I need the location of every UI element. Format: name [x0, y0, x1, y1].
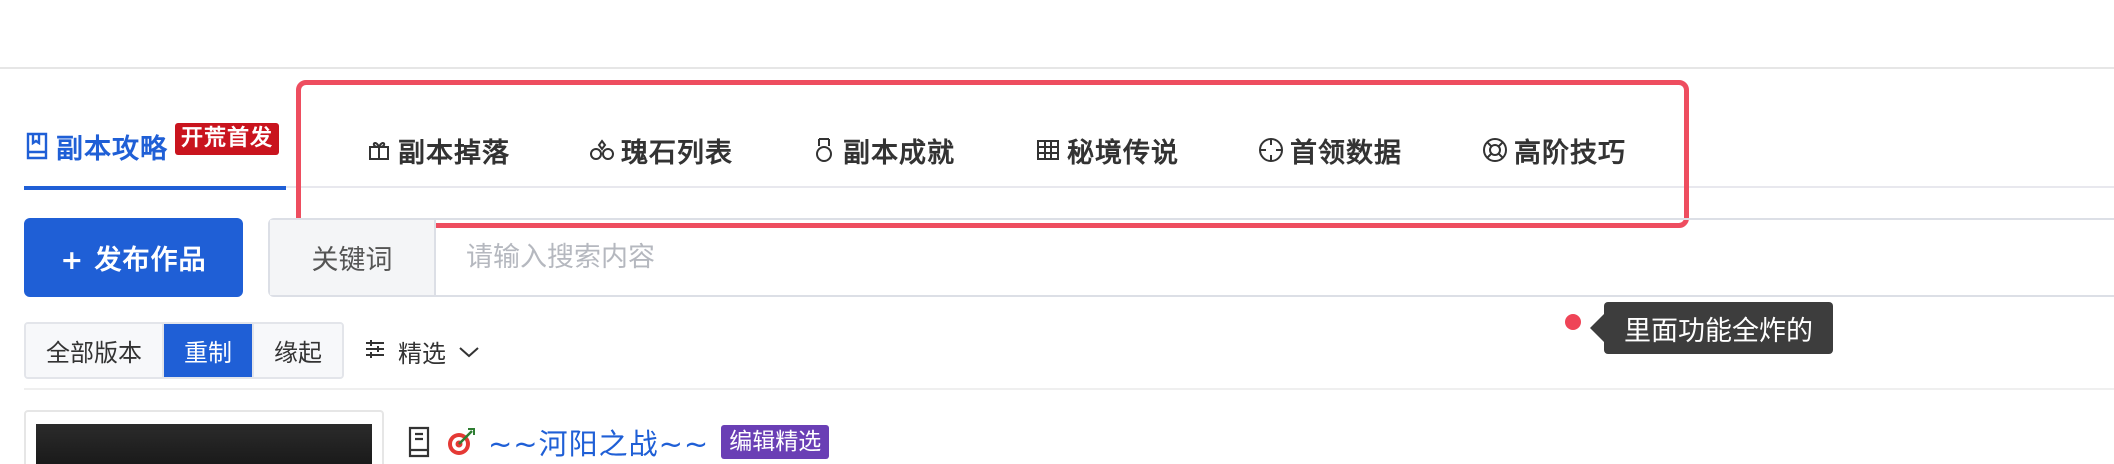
version-filter-group: 全部版本 重制 缘起: [24, 322, 344, 379]
list-divider: [24, 388, 2114, 390]
target-icon: [446, 427, 476, 457]
book-icon: [24, 131, 50, 161]
editor-pick-badge: 编辑精选: [721, 425, 830, 459]
annotation-highlight-box: [296, 80, 1689, 228]
annotation-tooltip: 里面功能全炸的: [1590, 302, 1833, 354]
version-remaster-button[interactable]: 重制: [164, 324, 254, 377]
search-bar: 关键词: [268, 218, 2114, 297]
publish-button[interactable]: + 发布作品: [24, 218, 243, 297]
tab-dungeon-guide[interactable]: 副本攻略: [24, 122, 168, 170]
active-tab-indicator: [24, 186, 286, 190]
annotation-marker: [1565, 314, 1581, 330]
list-item: ~~河阳之战~~ 编辑精选: [406, 421, 830, 463]
guide-book-icon: [406, 426, 434, 458]
list-item-title[interactable]: ~~河阳之战~~: [488, 421, 709, 463]
sliders-icon: [364, 337, 386, 365]
list-item-thumbnail[interactable]: [36, 424, 372, 464]
featured-filter-dropdown[interactable]: 精选: [364, 326, 480, 376]
first-clear-badge: 开荒首发: [175, 123, 280, 155]
search-field-label[interactable]: 关键词: [270, 220, 436, 295]
search-input[interactable]: [436, 220, 2114, 295]
chevron-down-icon: [458, 337, 480, 365]
featured-filter-label: 精选: [398, 339, 446, 368]
tab-dungeon-guide-label: 副本攻略: [56, 133, 168, 165]
version-all-button[interactable]: 全部版本: [26, 324, 164, 377]
version-origin-button[interactable]: 缘起: [254, 324, 342, 377]
header-divider: [0, 67, 2114, 69]
